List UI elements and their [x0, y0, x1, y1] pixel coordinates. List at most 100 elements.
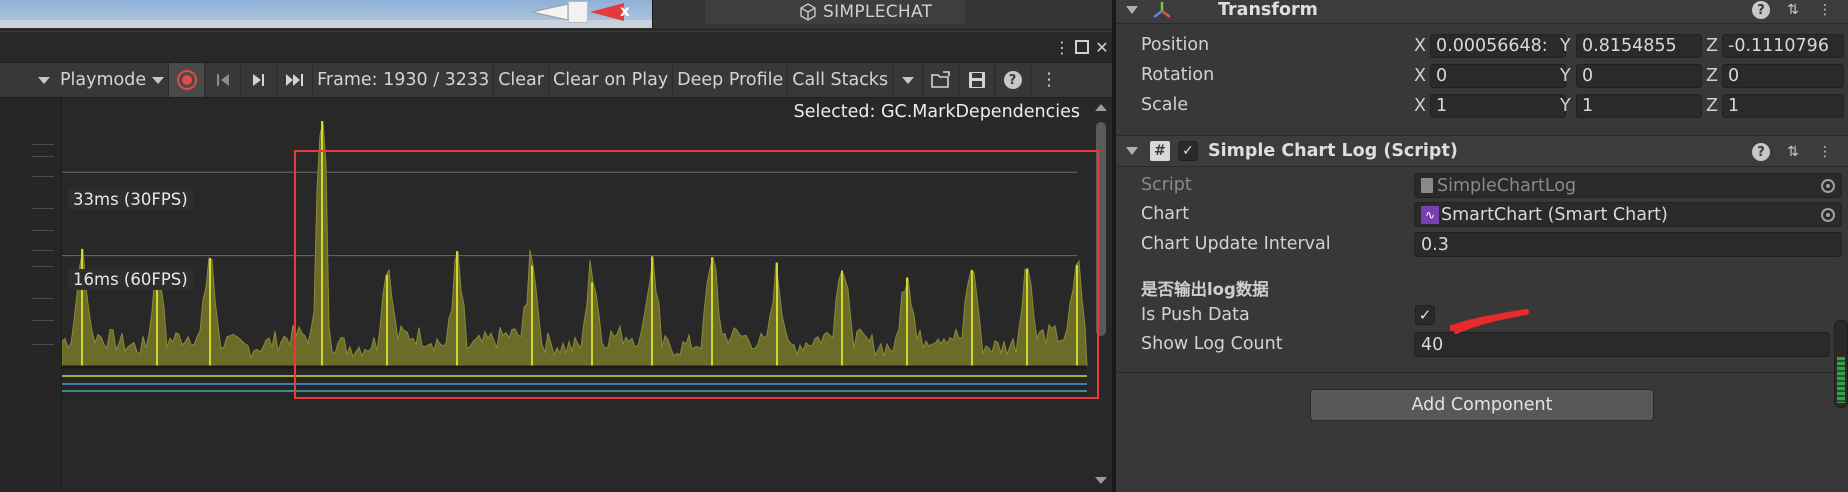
call-stacks-toggle[interactable]: Call Stacks	[788, 63, 894, 97]
record-icon	[176, 70, 197, 90]
memory-strip	[62, 368, 1087, 402]
gutter-tick	[32, 250, 54, 251]
rotation-x-field[interactable]: 0	[1430, 64, 1566, 88]
is-push-data-checkbox[interactable]: ✓	[1415, 305, 1435, 325]
transform-title: Transform	[1218, 0, 1318, 20]
scale-label: Scale	[1141, 95, 1189, 115]
rotation-z-field[interactable]: 0	[1722, 64, 1844, 88]
simple-chart-log-header[interactable]: # ✓ Simple Chart Log (Script) ? ⇅ ⋮	[1116, 135, 1848, 167]
scene-view[interactable]: x	[0, 0, 652, 28]
scale-x-field[interactable]: 1	[1430, 94, 1566, 118]
component-enabled-checkbox[interactable]: ✓	[1178, 141, 1198, 161]
profiler-window: x SIMPLECHAT ⋮ ✕ Playmode Frame: 1930 / …	[0, 0, 1112, 492]
preset-icon[interactable]: ⇅	[1784, 1, 1802, 19]
add-component-button[interactable]: Add Component	[1310, 389, 1654, 421]
chevron-down-icon	[152, 76, 165, 84]
cpu-graph-area	[62, 120, 1088, 367]
first-frame-button[interactable]	[205, 63, 242, 97]
chart-scrollbar[interactable]	[1094, 102, 1108, 486]
script-object-field: SimpleChartLog	[1414, 173, 1842, 198]
show-log-count-field[interactable]: 40	[1414, 332, 1830, 357]
scene-gizmo-cone-icon[interactable]	[532, 2, 570, 22]
inspector-scrollbar[interactable]	[1834, 320, 1848, 408]
rotation-label: Rotation	[1141, 65, 1215, 85]
scene-tab-label: SIMPLECHAT	[823, 2, 933, 22]
clear-on-play-label: Clear on Play	[552, 70, 669, 90]
call-stacks-dropdown[interactable]	[893, 63, 924, 97]
smart-chart-icon: ∿	[1421, 205, 1439, 224]
scale-z-field[interactable]: 1	[1722, 94, 1844, 118]
gutter-tick	[32, 176, 54, 177]
load-button[interactable]	[923, 63, 960, 97]
maximize-icon[interactable]	[1072, 37, 1092, 57]
cpu-usage-graph[interactable]	[62, 98, 1097, 492]
transform-icon	[1153, 1, 1171, 18]
position-x-field[interactable]: 0.00056648:	[1430, 34, 1566, 58]
more-options-icon[interactable]: ⋮	[1052, 37, 1072, 57]
help-button[interactable]: ?	[995, 63, 1032, 97]
preset-icon[interactable]: ⇅	[1784, 143, 1802, 161]
gutter-tick	[32, 156, 54, 157]
object-picker-icon[interactable]	[1821, 208, 1835, 222]
chart-object-field[interactable]: ∿ SmartChart (Smart Chart)	[1414, 202, 1842, 227]
help-icon[interactable]: ?	[1752, 1, 1770, 19]
chevron-down-icon	[901, 76, 914, 84]
chart-update-interval-field[interactable]: 0.3	[1414, 232, 1842, 257]
cpu-chart-area[interactable]: Selected: GC.MarkDependencies 33ms (30FP…	[0, 98, 1112, 492]
transform-rotation-row: Rotation X0 Y0 Z0	[1116, 62, 1848, 90]
more-options-icon[interactable]: ⋮	[1816, 1, 1834, 19]
deep-profile-label: Deep Profile	[677, 70, 784, 90]
rotation-y-field[interactable]: 0	[1576, 64, 1702, 88]
help-icon[interactable]: ?	[1752, 143, 1770, 161]
folder-open-icon	[930, 71, 950, 88]
more-options-icon[interactable]: ⋮	[1816, 143, 1834, 161]
frame-label: Frame: 1930 / 3233	[317, 70, 490, 90]
profiler-toolbar: Playmode Frame: 1930 / 3233 Clear Clear …	[0, 62, 1112, 98]
last-frame-icon	[285, 74, 303, 86]
transform-header[interactable]: Transform ? ⇅ ⋮	[1116, 0, 1848, 24]
position-y-field[interactable]: 0.8154855	[1576, 34, 1702, 58]
script-component-title: Simple Chart Log (Script)	[1208, 141, 1458, 161]
record-button[interactable]	[169, 63, 206, 97]
chart-update-interval-label: Chart Update Interval	[1141, 234, 1331, 254]
transform-position-row: Position X 0.00056648: Y 0.8154855 Z -0.111…	[1116, 32, 1848, 60]
scene-tab-simplechat[interactable]: SIMPLECHAT	[705, 0, 965, 24]
first-frame-icon	[216, 74, 229, 86]
scrollbar-thumb[interactable]	[1096, 122, 1106, 336]
modules-dropdown[interactable]	[0, 63, 56, 97]
gutter-tick	[32, 144, 54, 145]
scale-y-field[interactable]: 1	[1576, 94, 1702, 118]
chart-row: Chart ∿ SmartChart (Smart Chart)	[1116, 201, 1848, 229]
toolbar-more-button[interactable]: ⋮	[1031, 63, 1067, 97]
last-frame-button[interactable]	[277, 63, 314, 97]
gutter-tick	[32, 344, 54, 345]
playmode-dropdown[interactable]: Playmode	[56, 63, 170, 97]
fps-60-label: 16ms (60FPS)	[68, 269, 193, 290]
is-push-data-label: Is Push Data	[1141, 305, 1250, 325]
fold-arrow-icon[interactable]	[1126, 147, 1138, 155]
fold-arrow-icon[interactable]	[1126, 5, 1138, 14]
gutter-tick	[32, 298, 54, 299]
clear-on-play-toggle[interactable]: Clear on Play	[549, 63, 674, 97]
scene-gizmo-cube-icon[interactable]	[568, 1, 588, 23]
script-file-icon	[1421, 178, 1433, 193]
scroll-down-icon[interactable]	[1095, 477, 1107, 484]
show-log-count-row: Show Log Count 40	[1116, 331, 1848, 359]
section-header-log-output: 是否输出log数据	[1141, 280, 1269, 299]
next-frame-button[interactable]	[241, 63, 278, 97]
gutter-tick	[32, 266, 54, 267]
axis-z-label: Z	[1706, 96, 1718, 116]
cube-icon	[800, 3, 816, 21]
scroll-up-icon[interactable]	[1095, 104, 1107, 111]
chart-value: SmartChart (Smart Chart)	[1441, 204, 1668, 225]
script-row: Script SimpleChartLog	[1116, 172, 1848, 200]
gutter-tick	[32, 320, 54, 321]
clear-button[interactable]: Clear	[494, 63, 549, 97]
save-button[interactable]	[959, 63, 996, 97]
save-icon	[968, 72, 985, 88]
position-z-field[interactable]: -0.1110796	[1722, 34, 1844, 58]
component-divider	[1116, 372, 1848, 373]
axis-x-label: X	[1414, 96, 1426, 116]
close-icon[interactable]: ✕	[1092, 37, 1112, 57]
deep-profile-toggle[interactable]: Deep Profile	[673, 63, 789, 97]
